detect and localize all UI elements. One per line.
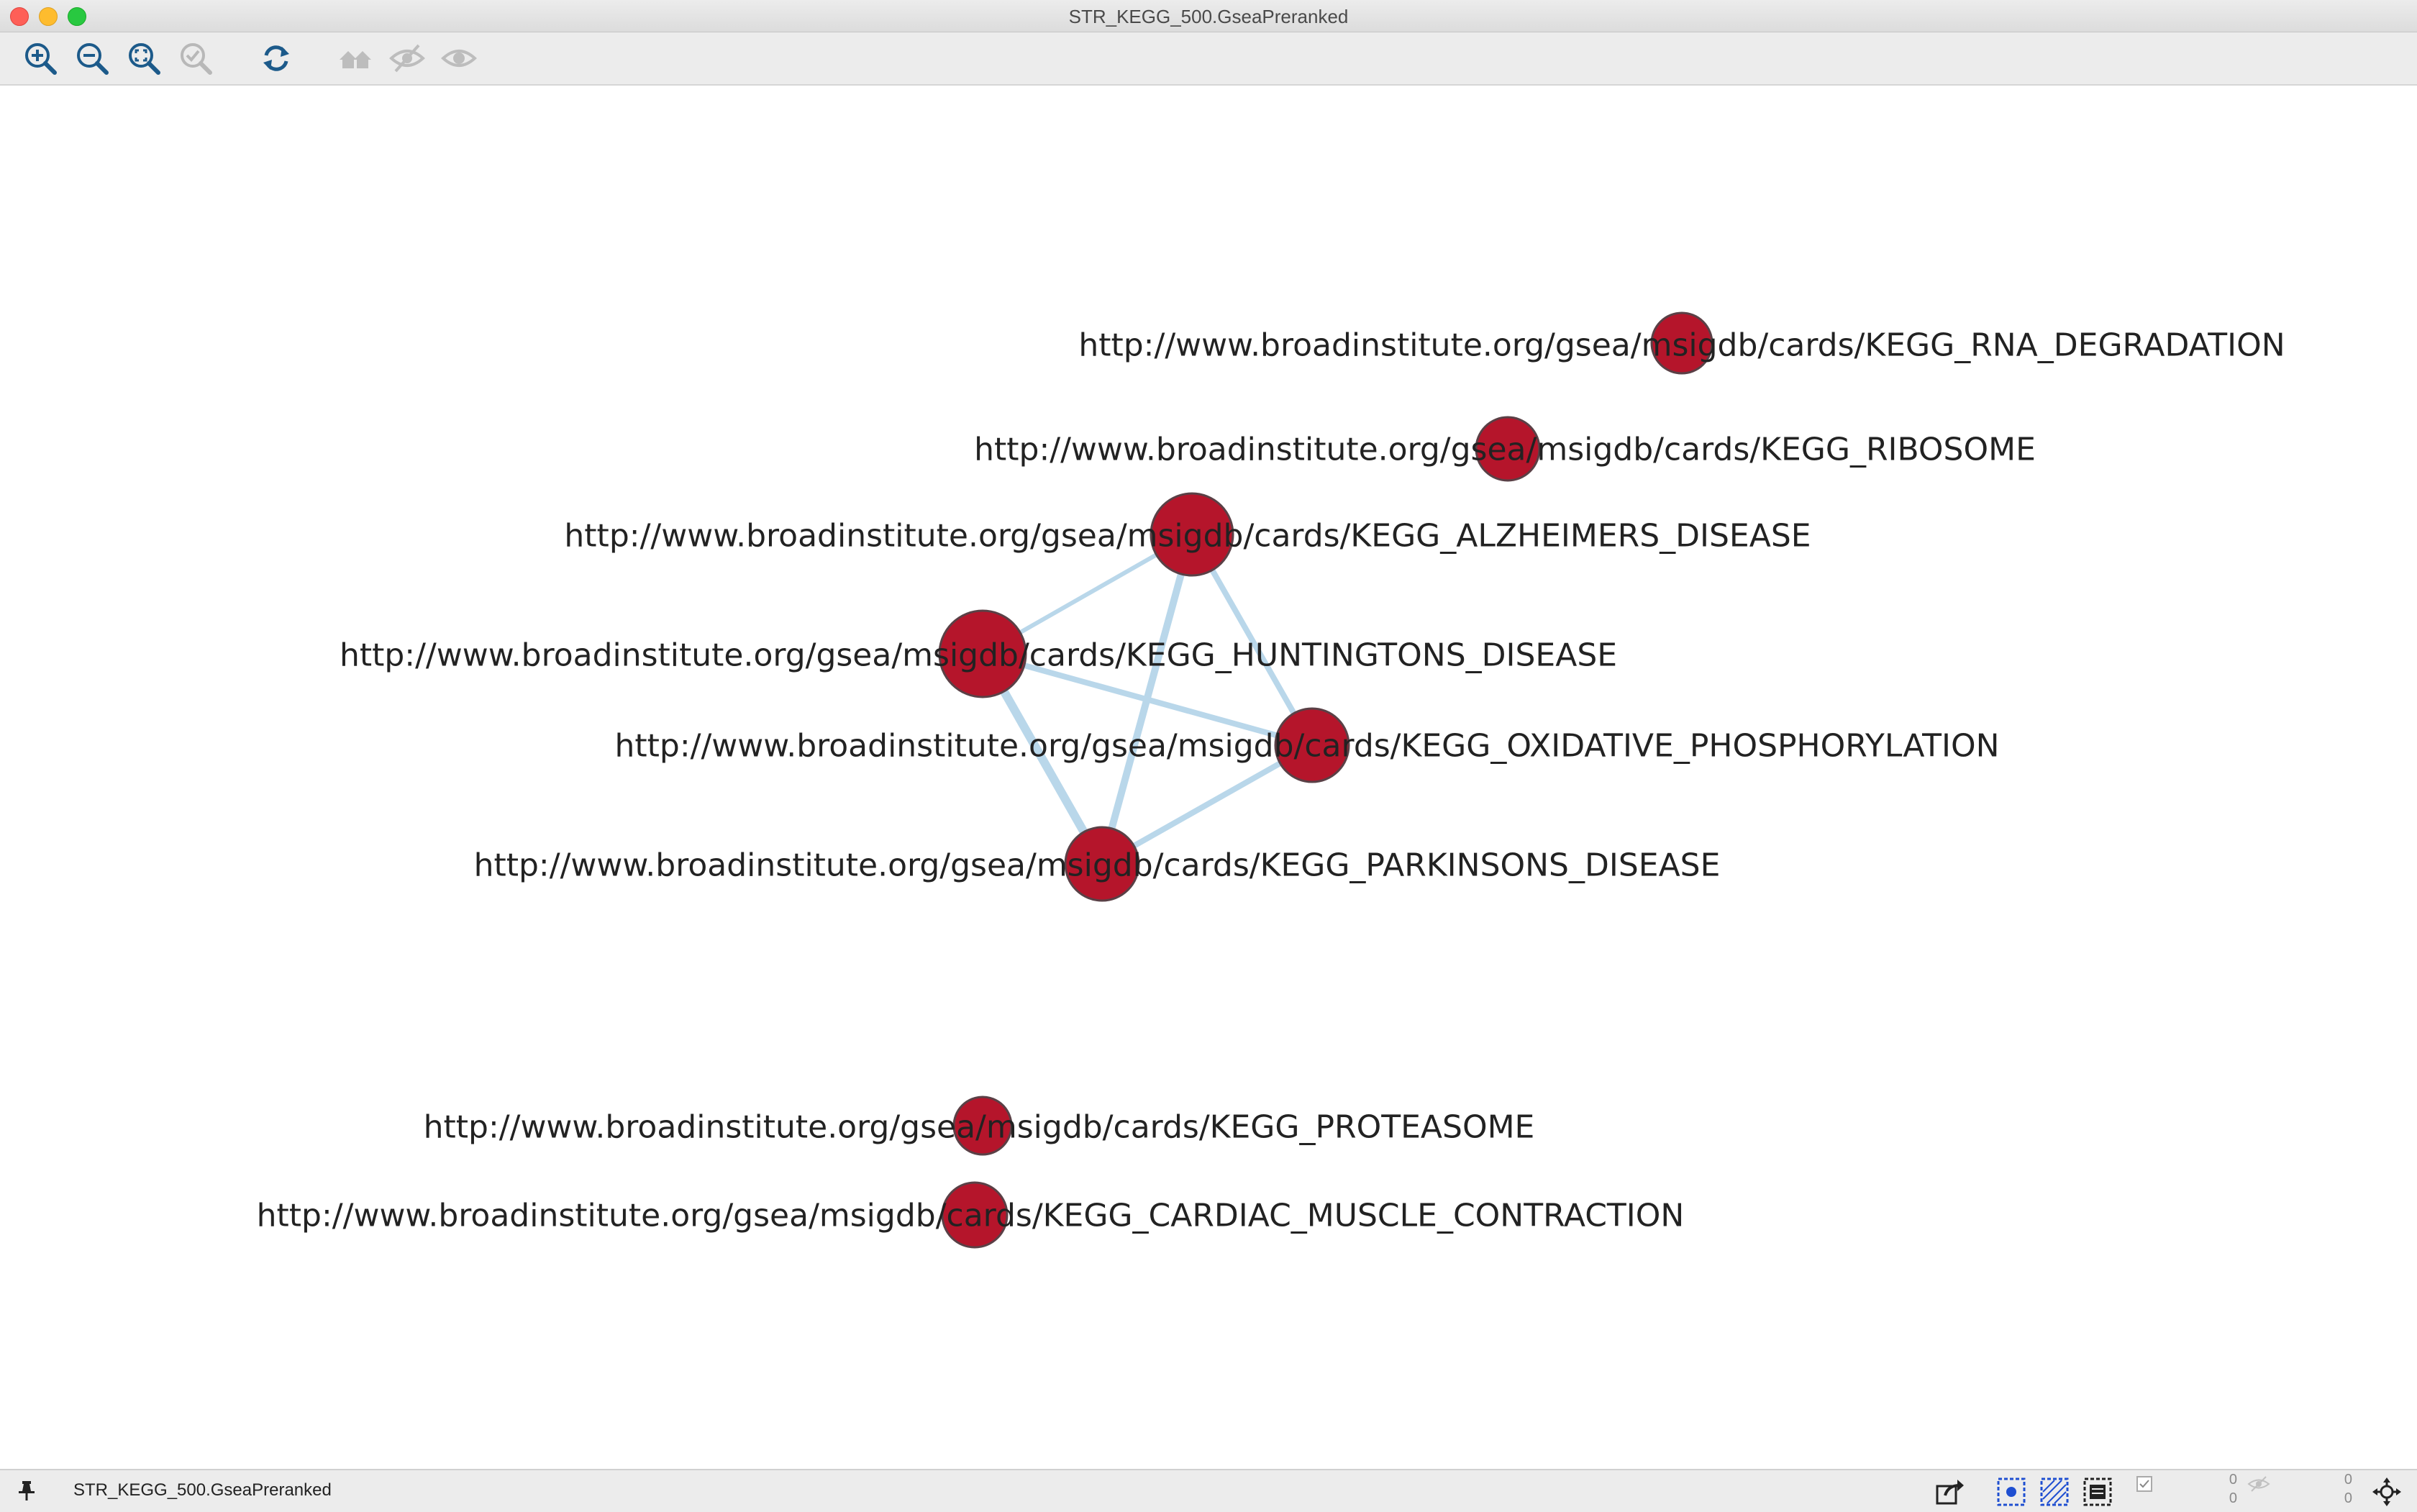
select-edges-icon[interactable] (2039, 1476, 2070, 1508)
zoom-in-icon (25, 43, 57, 75)
refresh-icon (263, 45, 289, 71)
zoom-fit-icon (129, 43, 160, 75)
show-button[interactable] (439, 40, 479, 77)
zoom-in-button[interactable] (20, 40, 60, 77)
node-label-rna-degradation[interactable]: http://www.broadinstitute.org/gsea/msigd… (1078, 327, 2285, 364)
zoom-fit-button[interactable] (124, 40, 164, 77)
zoom-out-icon (77, 43, 109, 75)
zoom-out-button[interactable] (72, 40, 112, 77)
network-graph[interactable] (0, 86, 2417, 1468)
zoom-selected-icon (181, 43, 212, 75)
show-icon (441, 50, 477, 67)
node-label-cardiac[interactable]: http://www.broadinstitute.org/gsea/msigd… (257, 1198, 1685, 1234)
zoom-selected-button[interactable] (176, 40, 216, 77)
node-label-oxphos[interactable]: http://www.broadinstitute.org/gsea/msigd… (615, 728, 2000, 765)
selected-edges-count: 0 (2344, 1472, 2352, 1488)
show-all-button[interactable] (335, 40, 375, 77)
app-window: STR_KEGG_500.GseaPreranked http://www.br… (0, 0, 2417, 1512)
network-canvas[interactable]: http://www.broadinstitute.org/gsea/msigd… (0, 86, 2417, 1468)
title-bar: STR_KEGG_500.GseaPreranked (0, 0, 2417, 32)
node-label-alzheimers[interactable]: http://www.broadinstitute.org/gsea/msigd… (564, 518, 1811, 555)
pin-icon[interactable] (16, 1479, 37, 1502)
selected-nodes-count: 0 (2229, 1472, 2237, 1488)
export-icon[interactable] (1934, 1476, 1965, 1508)
status-bar: STR_KEGG_500.GseaPreranked 0 0 0 0 (0, 1469, 2417, 1512)
status-network-name: STR_KEGG_500.GseaPreranked (73, 1480, 332, 1500)
node-label-proteasome[interactable]: http://www.broadinstitute.org/gsea/msigd… (424, 1109, 1535, 1146)
network-toolbar (0, 32, 2417, 86)
total-edges-count: 0 (2344, 1490, 2352, 1506)
refresh-button[interactable] (256, 40, 296, 77)
node-label-huntingtons[interactable]: http://www.broadinstitute.org/gsea/msigd… (340, 637, 1617, 674)
edges-layer (978, 532, 1315, 867)
checkbox-icon[interactable] (2135, 1475, 2154, 1493)
hide-icon (389, 44, 425, 73)
select-annotations-icon[interactable] (2082, 1476, 2113, 1508)
total-nodes-count: 0 (2229, 1490, 2237, 1506)
window-title: STR_KEGG_500.GseaPreranked (1068, 6, 1349, 27)
navigate-icon[interactable] (2371, 1476, 2403, 1508)
hidden-icon (2247, 1476, 2270, 1492)
show-all-icon (340, 51, 371, 68)
hide-button[interactable] (387, 40, 427, 77)
node-label-ribosome[interactable]: http://www.broadinstitute.org/gsea/msigd… (974, 432, 2036, 468)
select-nodes-icon[interactable] (1995, 1476, 2027, 1508)
node-label-parkinsons[interactable]: http://www.broadinstitute.org/gsea/msigd… (474, 847, 1721, 884)
